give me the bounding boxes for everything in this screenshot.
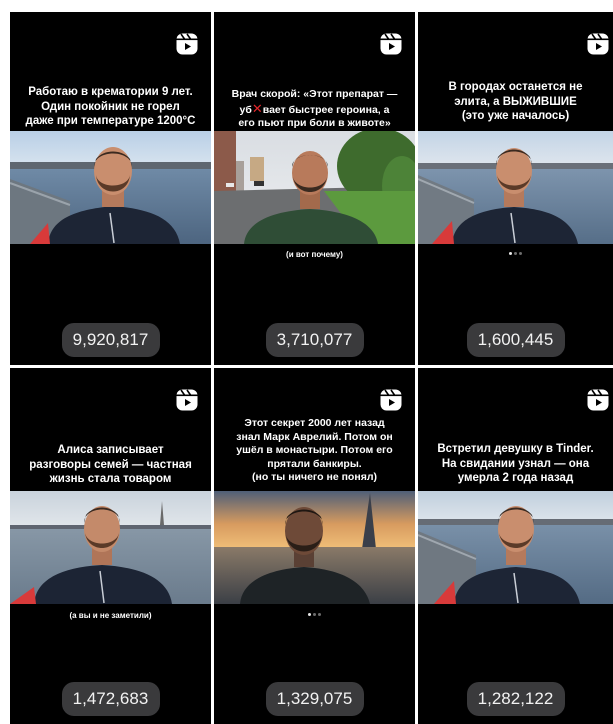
reel-tile[interactable]: Работаю в крематории 9 лет. Один покойни… — [10, 12, 211, 365]
carousel-dots — [214, 613, 415, 619]
reel-photo — [214, 491, 415, 604]
reel-tile[interactable]: Встретил девушку в Tinder. На свидании у… — [418, 368, 613, 724]
reel-caption: Этот секрет 2000 лет назад знал Марк Авр… — [236, 417, 393, 483]
view-count: 9,920,817 — [61, 323, 160, 357]
view-count: 1,329,075 — [265, 682, 364, 716]
red-x-mark: ✕ — [251, 100, 263, 116]
reel-photo — [10, 491, 211, 604]
reels-icon — [176, 33, 198, 55]
reel-caption: Работаю в крематории 9 лет. Один покойни… — [25, 86, 196, 127]
reel-tile[interactable]: Этот секрет 2000 лет назад знал Марк Авр… — [214, 368, 415, 724]
view-count: 1,472,683 — [61, 682, 160, 716]
reels-grid: Работаю в крематории 9 лет. Один покойни… — [0, 0, 613, 724]
reel-caption: Встретил девушку в Tinder. На свидании у… — [437, 443, 594, 484]
carousel-dots — [418, 252, 613, 258]
reel-subtext: (и вот почему) — [286, 250, 343, 259]
reel-tile[interactable]: Врач скорой: «Этот препарат — уб✕вает бы… — [214, 12, 415, 365]
reel-caption: Врач скорой: «Этот препарат — уб✕вает бы… — [231, 88, 398, 129]
reel-photo — [10, 131, 211, 244]
reels-icon — [380, 389, 402, 411]
reel-photo — [214, 131, 415, 244]
view-count: 1,282,122 — [466, 682, 565, 716]
reel-tile[interactable]: В городах останется не элита, а ВЫЖИВШИЕ… — [418, 12, 613, 365]
reel-caption: Алиса записывает разговоры семей — частн… — [29, 444, 192, 485]
reel-tile[interactable]: Алиса записывает разговоры семей — частн… — [10, 368, 211, 724]
reels-icon — [587, 33, 609, 55]
view-count: 3,710,077 — [265, 323, 364, 357]
reel-photo — [418, 491, 613, 604]
reel-photo — [418, 131, 613, 244]
reels-icon — [380, 33, 402, 55]
reel-subtext: (а вы и не заметили) — [69, 611, 152, 620]
reel-caption: В городах останется не элита, а ВЫЖИВШИЕ… — [448, 81, 583, 122]
reels-icon — [176, 389, 198, 411]
reels-icon — [587, 389, 609, 411]
view-count: 1,600,445 — [466, 323, 565, 357]
